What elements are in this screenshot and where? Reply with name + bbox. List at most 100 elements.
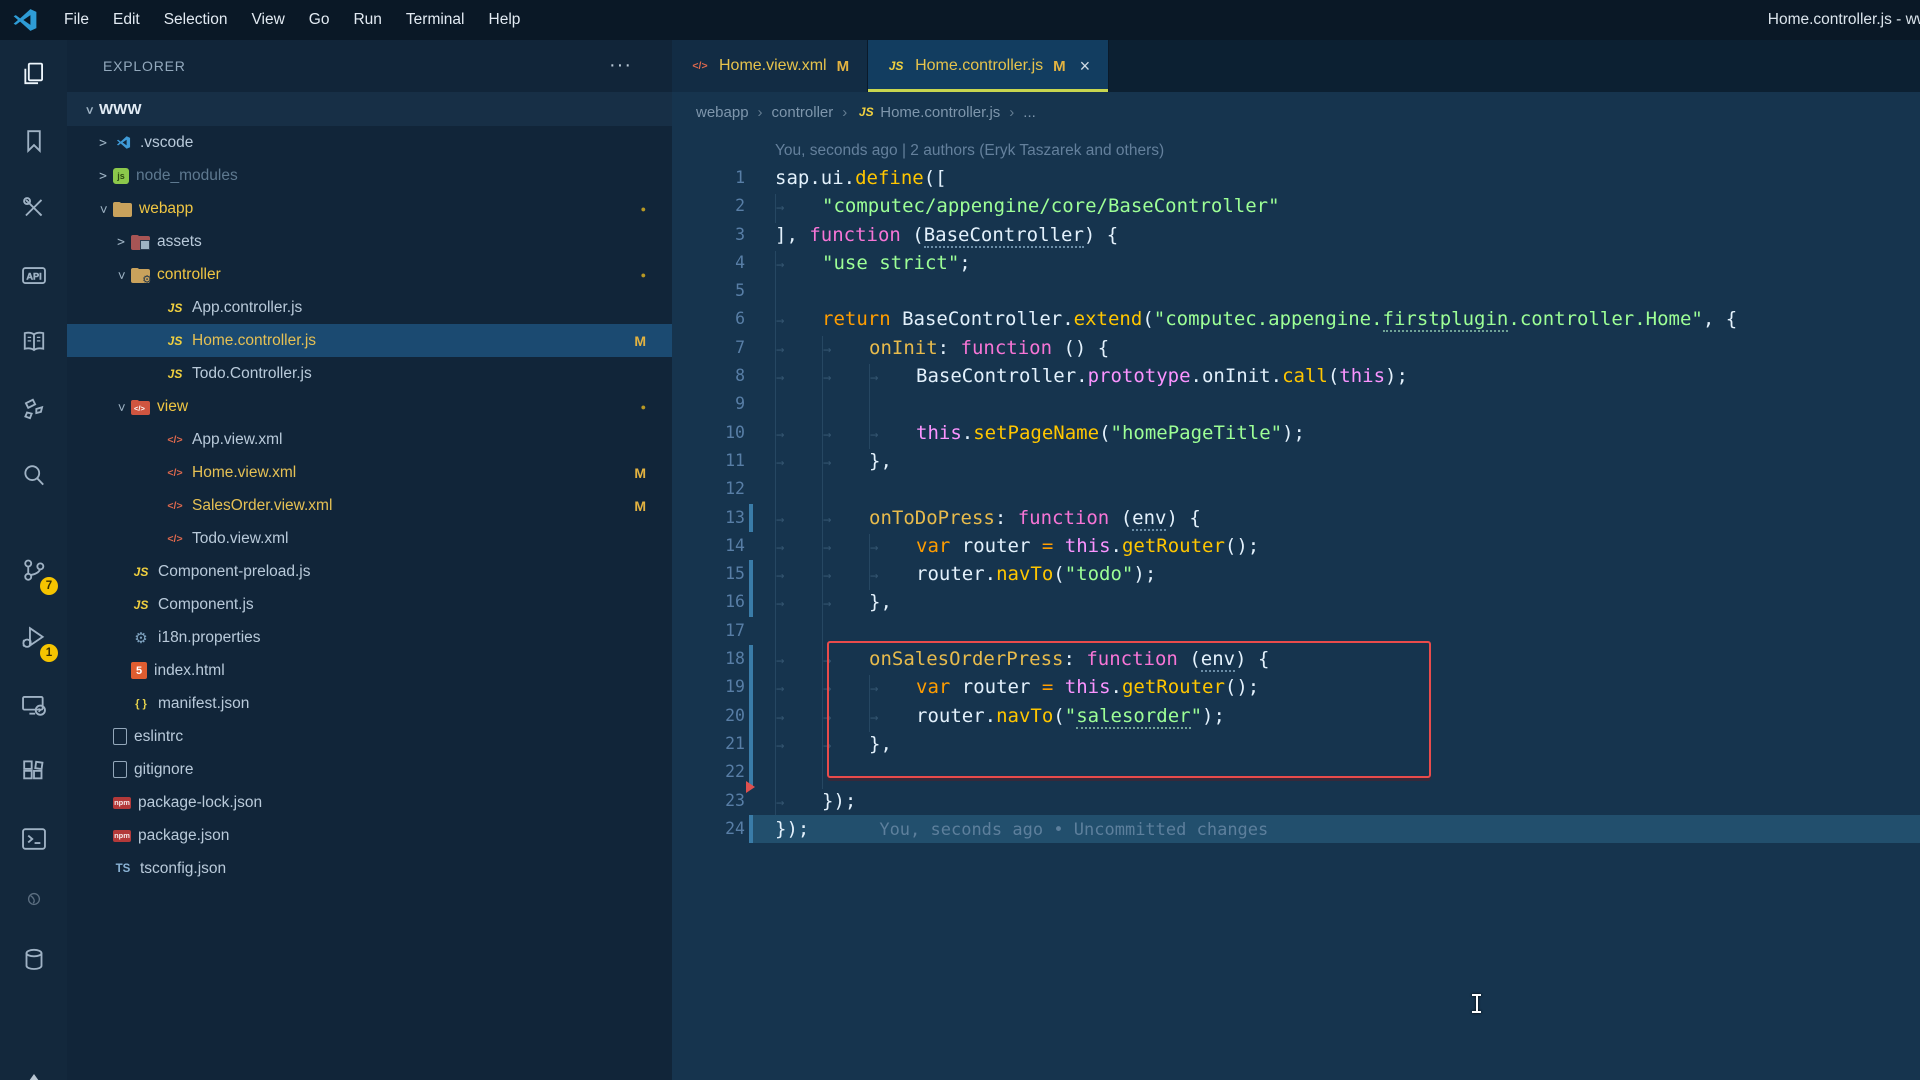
menu-run[interactable]: Run xyxy=(341,11,393,28)
tree-item-app-view-xml[interactable]: App.view.xml xyxy=(67,423,672,456)
activity-item-bookmarks[interactable] xyxy=(0,107,67,174)
line-number[interactable]: 21 xyxy=(672,730,745,758)
activity-item-source-control[interactable]: 7 xyxy=(0,537,67,604)
line-number[interactable]: 8 xyxy=(672,362,745,390)
code-line-5[interactable]: 5→ xyxy=(672,277,1920,305)
code-line-13[interactable]: 13→→onToDoPress: function (env) { xyxy=(672,504,1920,532)
line-number[interactable]: 22 xyxy=(672,758,745,786)
code-line-23[interactable]: 23→}); xyxy=(672,787,1920,815)
line-number[interactable]: 3 xyxy=(672,221,745,249)
code-line-7[interactable]: 7→→onInit: function () { xyxy=(672,334,1920,362)
code-line-24[interactable]: 24});You, seconds ago • Uncommitted chan… xyxy=(672,815,1920,843)
menu-view[interactable]: View xyxy=(239,11,296,28)
tree-item-controller[interactable]: controller● xyxy=(67,258,672,291)
tab-home-view-xml[interactable]: Home.view.xml M xyxy=(672,40,868,92)
tree-item-component-preload-js[interactable]: Component-preload.js xyxy=(67,555,672,588)
activity-item-terminal[interactable] xyxy=(0,805,67,872)
activity-item-database[interactable] xyxy=(0,926,67,993)
tab-home-controller-js[interactable]: Home.controller.js M × xyxy=(868,40,1109,92)
tree-item-home-controller-js[interactable]: Home.controller.jsM xyxy=(67,324,672,357)
line-number[interactable]: 16 xyxy=(672,588,745,616)
code-line-14[interactable]: 14→→→var router = this.getRouter(); xyxy=(672,532,1920,560)
activity-item-docs[interactable] xyxy=(0,308,67,375)
menu-terminal[interactable]: Terminal xyxy=(394,11,477,28)
code-line-19[interactable]: 19→→→var router = this.getRouter(); xyxy=(672,673,1920,701)
activity-item-extensions[interactable] xyxy=(0,738,67,805)
menu-selection[interactable]: Selection xyxy=(152,11,240,28)
line-number[interactable]: 12 xyxy=(672,475,745,503)
tree-item-package-lock-json[interactable]: package-lock.json xyxy=(67,786,672,819)
breadcrumb-item-controller[interactable]: controller xyxy=(772,104,834,121)
activity-item-run-and-debug[interactable]: 1 xyxy=(0,604,67,671)
code-line-1[interactable]: 1sap.ui.define([ xyxy=(672,164,1920,192)
code-line-15[interactable]: 15→→→router.navTo("todo"); xyxy=(672,560,1920,588)
line-number[interactable]: 15 xyxy=(672,560,745,588)
line-number[interactable]: 6 xyxy=(672,305,745,333)
code-line-18[interactable]: 18→→onSalesOrderPress: function (env) { xyxy=(672,645,1920,673)
code-line-21[interactable]: 21→→}, xyxy=(672,730,1920,758)
line-number[interactable]: 2 xyxy=(672,192,745,220)
tree-item-app-controller-js[interactable]: App.controller.js xyxy=(67,291,672,324)
line-number[interactable]: 14 xyxy=(672,532,745,560)
line-number[interactable]: 4 xyxy=(672,249,745,277)
line-number[interactable]: 1 xyxy=(672,164,745,192)
tree-item-assets[interactable]: assets xyxy=(67,225,672,258)
menu-file[interactable]: File xyxy=(52,11,101,28)
line-number[interactable]: 10 xyxy=(672,419,745,447)
activity-item-tools[interactable] xyxy=(0,174,67,241)
line-number[interactable]: 20 xyxy=(672,702,745,730)
workspace-section-www[interactable]: WWW xyxy=(67,92,672,126)
line-number[interactable]: 24 xyxy=(672,815,745,843)
tree-item-todo-controller-js[interactable]: Todo.Controller.js xyxy=(67,357,672,390)
tree-item-eslintrc[interactable]: eslintrc xyxy=(67,720,672,753)
activity-item-remote-explorer[interactable] xyxy=(0,671,67,738)
tree-item-gitignore[interactable]: gitignore xyxy=(67,753,672,786)
activity-item-api[interactable]: API xyxy=(0,241,67,308)
line-number[interactable]: 17 xyxy=(672,617,745,645)
tree-item-salesorder-view-xml[interactable]: SalesOrder.view.xmlM xyxy=(67,489,672,522)
code-line-16[interactable]: 16→→}, xyxy=(672,588,1920,616)
code-line-6[interactable]: 6→return BaseController.extend("computec… xyxy=(672,305,1920,333)
menu-edit[interactable]: Edit xyxy=(101,11,152,28)
tree-item-webapp[interactable]: webapp● xyxy=(67,192,672,225)
tree-item-home-view-xml[interactable]: Home.view.xmlM xyxy=(67,456,672,489)
code-line-11[interactable]: 11→→}, xyxy=(672,447,1920,475)
code-line-17[interactable]: 17→→ xyxy=(672,617,1920,645)
code-line-12[interactable]: 12→→ xyxy=(672,475,1920,503)
code-line-20[interactable]: 20→→→router.navTo("salesorder"); xyxy=(672,702,1920,730)
code-line-22[interactable]: 22→→ xyxy=(672,758,1920,786)
menu-go[interactable]: Go xyxy=(297,11,342,28)
tree-item-node-modules[interactable]: node_modules xyxy=(67,159,672,192)
code-line-9[interactable]: 9→→→ xyxy=(672,390,1920,418)
line-number[interactable]: 5 xyxy=(672,277,745,305)
breadcrumb-item-symbol[interactable]: ... xyxy=(1023,104,1036,121)
tree-item-manifest-json[interactable]: manifest.json xyxy=(67,687,672,720)
activity-item-search[interactable] xyxy=(0,442,67,509)
code-editor[interactable]: You, seconds ago | 2 authors (Eryk Tasza… xyxy=(672,132,1920,1080)
menu-help[interactable]: Help xyxy=(477,11,533,28)
activity-item-snippets[interactable] xyxy=(0,375,67,442)
close-icon[interactable]: × xyxy=(1080,56,1091,77)
activity-item-explorer[interactable] xyxy=(0,40,67,107)
breadcrumb-item-webapp[interactable]: webapp xyxy=(696,104,749,121)
code-line-2[interactable]: 2→"computec/appengine/core/BaseControlle… xyxy=(672,192,1920,220)
line-number[interactable]: 19 xyxy=(672,673,745,701)
line-number[interactable]: 7 xyxy=(672,334,745,362)
tree-item-tsconfig-json[interactable]: tsconfig.json xyxy=(67,852,672,885)
breadcrumb-item-file[interactable]: Home.controller.js xyxy=(880,104,1000,121)
tree-item-todo-view-xml[interactable]: Todo.view.xml xyxy=(67,522,672,555)
tree-item-package-json[interactable]: package.json xyxy=(67,819,672,852)
line-number[interactable]: 9 xyxy=(672,390,745,418)
tree-item-index-html[interactable]: index.html xyxy=(67,654,672,687)
explorer-more-actions-icon[interactable]: ··· xyxy=(609,54,632,77)
tree-item-component-js[interactable]: Component.js xyxy=(67,588,672,621)
tree-item-view[interactable]: view● xyxy=(67,390,672,423)
code-line-10[interactable]: 10→→→this.setPageName("homePageTitle"); xyxy=(672,419,1920,447)
line-number[interactable]: 18 xyxy=(672,645,745,673)
code-line-3[interactable]: 3], function (BaseController) { xyxy=(672,221,1920,249)
line-number[interactable]: 13 xyxy=(672,504,745,532)
line-number[interactable]: 23 xyxy=(672,787,745,815)
code-line-4[interactable]: 4→"use strict"; xyxy=(672,249,1920,277)
code-line-8[interactable]: 8→→→BaseController.prototype.onInit.call… xyxy=(672,362,1920,390)
tree-item-i18n-properties[interactable]: i18n.properties xyxy=(67,621,672,654)
